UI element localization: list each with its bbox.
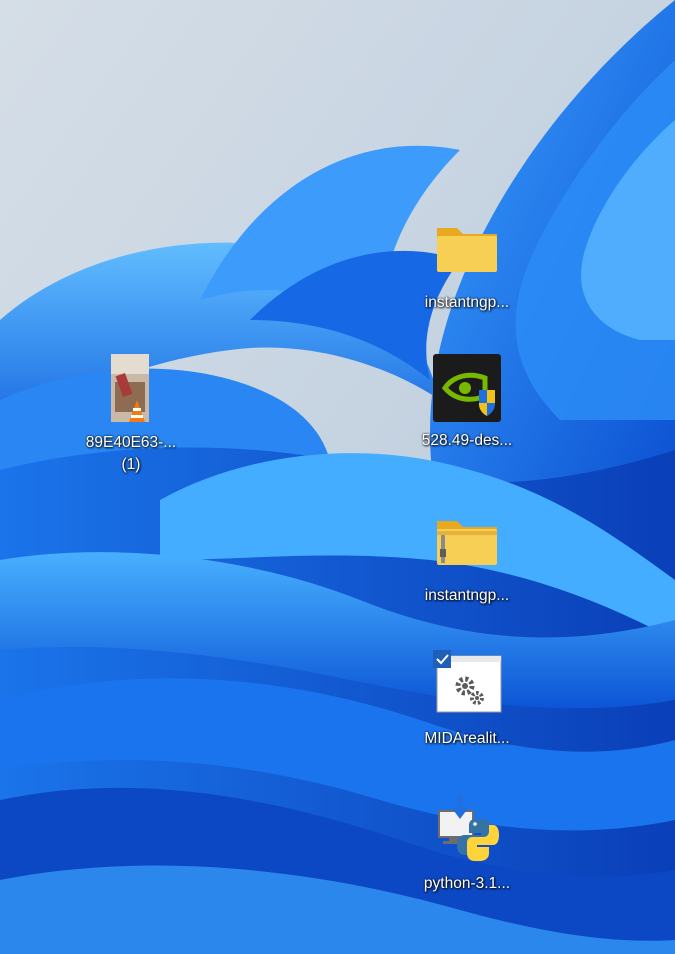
folder-icon xyxy=(437,228,497,272)
desktop-wallpaper xyxy=(0,0,675,954)
desktop-icon-label: instantngp... xyxy=(424,587,510,604)
desktop-icon-python-installer[interactable]: python-3.1... xyxy=(411,793,523,895)
desktop-icon-label: MIDArealit... xyxy=(424,730,510,747)
desktop-icon-label: 528.49-des... xyxy=(421,432,513,449)
desktop-icon-label: python-3.1... xyxy=(423,875,511,892)
desktop-icon-instantngp-folder[interactable]: instantngp... xyxy=(411,212,523,314)
desktop-icon-label: instantngp... xyxy=(424,294,510,311)
desktop-icon-nvidia-driver[interactable]: 528.49-des... xyxy=(411,350,523,452)
zip-folder-icon xyxy=(437,521,497,565)
nvidia-installer-icon xyxy=(433,354,501,422)
video-file-icon xyxy=(111,354,149,422)
desktop-icon-midarealit[interactable]: MIDArealit... xyxy=(411,648,523,750)
desktop-icon-label-line2: (1) xyxy=(121,456,141,473)
settings-app-icon xyxy=(433,650,502,713)
desktop-icon-instantngp-zip[interactable]: instantngp... xyxy=(411,505,523,607)
desktop-icon-label: 89E40E63-... xyxy=(85,434,177,451)
desktop-icon-video-file[interactable]: 89E40E63-... (1) xyxy=(75,352,187,476)
python-installer-icon xyxy=(438,795,499,861)
